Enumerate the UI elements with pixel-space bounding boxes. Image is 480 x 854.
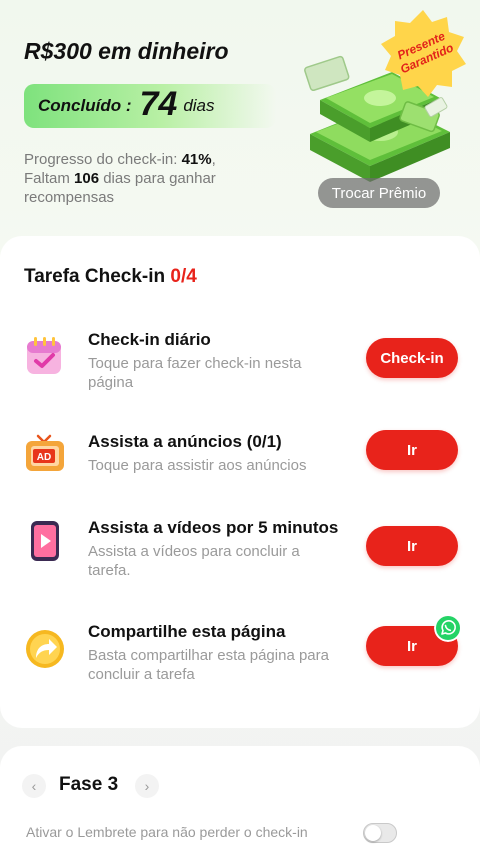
task-description: Assista a vídeos para concluir a tarefa. xyxy=(88,543,300,579)
svg-text:AD: AD xyxy=(37,452,51,463)
swap-prize-button[interactable]: Trocar Prêmio xyxy=(318,178,440,208)
calendar-icon xyxy=(27,337,61,374)
checkin-button[interactable]: Check-in xyxy=(366,338,458,378)
completed-days-unit: dias xyxy=(183,96,215,115)
task-title: Assista a vídeos por 5 minutos xyxy=(88,518,339,537)
task-description: Toque para assistir aos anúncios xyxy=(88,457,307,474)
phase-label: Fase 3 xyxy=(59,774,119,795)
task-description: Basta compartilhar esta página para conc… xyxy=(88,647,329,683)
completed-label: Concluído : xyxy=(38,96,132,115)
whatsapp-icon xyxy=(434,614,462,642)
progress-percent: 41% xyxy=(181,151,212,168)
next-phase-chevron-right-icon[interactable]: › xyxy=(135,774,159,798)
remaining-days: 106 xyxy=(74,170,100,187)
checkin-task-card: Tarefa Check-in 0/4 Check-in diário Toqu… xyxy=(0,236,480,728)
phase-card: ‹ Fase 3 › Ativar o Lembrete para não pe… xyxy=(0,746,480,854)
task-progress-count: 0/4 xyxy=(170,266,197,287)
go-button-ads[interactable]: Ir xyxy=(366,430,458,470)
go-button-videos[interactable]: Ir xyxy=(366,526,458,566)
task-title: Assista a anúncios (0/1) xyxy=(88,432,282,451)
task-title: Check-in diário xyxy=(88,330,211,349)
task-title: Compartilhe esta página xyxy=(88,622,286,641)
reward-title: R$300 em dinheiro xyxy=(24,38,229,64)
share-icon xyxy=(26,630,64,668)
reminder-toggle[interactable] xyxy=(363,823,397,843)
checkin-progress-text: Progresso do check-in: 41%, Faltam 106 d… xyxy=(24,151,216,206)
reminder-label: Ativar o Lembrete para não perder o chec… xyxy=(26,824,308,840)
completed-days-count: 74 xyxy=(139,84,178,123)
toggle-knob xyxy=(365,825,381,841)
ad-tv-icon: AD xyxy=(26,434,64,471)
video-phone-icon xyxy=(31,521,59,561)
task-card-title: Tarefa Check-in 0/4 xyxy=(24,266,197,287)
completed-days-pill: Concluído : 74 dias xyxy=(24,84,276,128)
previous-phase-chevron-left-icon[interactable]: ‹ xyxy=(22,774,46,798)
task-description: Toque para fazer check-in nesta página xyxy=(88,355,302,391)
reward-hero: R$300 em dinheiro Concluído : 74 dias Pr… xyxy=(0,0,480,236)
